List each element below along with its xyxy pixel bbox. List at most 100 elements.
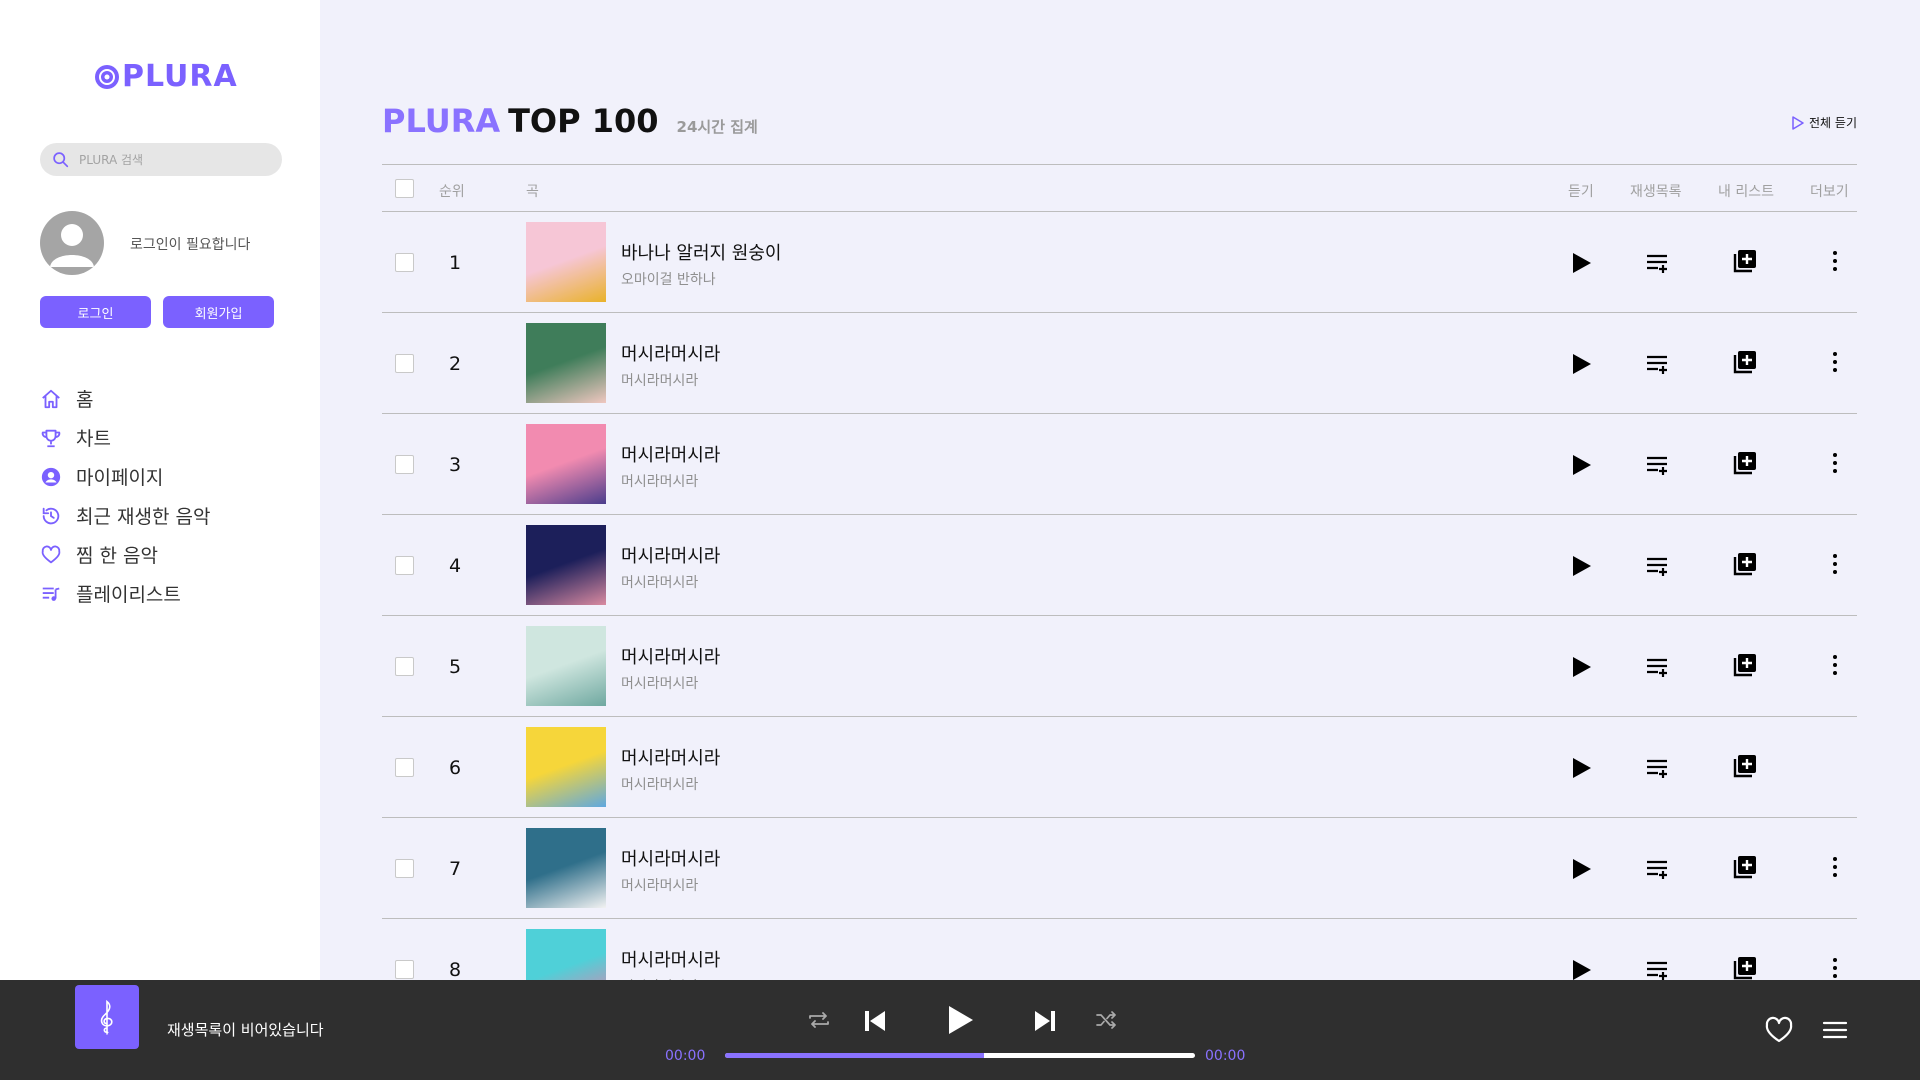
library-add-icon [1733, 755, 1756, 778]
album-cover[interactable] [526, 828, 606, 908]
add-to-mylist-button[interactable] [1731, 752, 1759, 780]
add-to-mylist-button[interactable] [1731, 348, 1759, 376]
add-to-mylist-button[interactable] [1731, 449, 1759, 477]
table-row[interactable]: 3 머시라머시라 머시라머시라 [382, 414, 1857, 515]
add-to-mylist-button[interactable] [1731, 853, 1759, 881]
play-song-button[interactable] [1567, 249, 1595, 277]
row-rank: 1 [449, 252, 462, 274]
table-row[interactable]: 7 머시라머시라 머시라머시라 [382, 818, 1857, 919]
add-to-queue-button[interactable] [1643, 855, 1671, 883]
add-to-mylist-button[interactable] [1731, 651, 1759, 679]
play-song-button[interactable] [1567, 855, 1595, 883]
album-cover[interactable] [526, 222, 606, 302]
more-options-button[interactable] [1821, 954, 1849, 982]
menu-button[interactable] [1822, 1018, 1848, 1042]
nav-item-mypage[interactable]: 마이페이지 [40, 457, 210, 496]
select-all-checkbox[interactable] [395, 179, 414, 198]
search-bar[interactable] [40, 143, 282, 176]
table-row[interactable]: 4 머시라머시라 머시라머시라 [382, 515, 1857, 616]
add-to-queue-button[interactable] [1643, 249, 1671, 277]
row-checkbox[interactable] [395, 556, 414, 575]
nav-item-playlist[interactable]: 플레이리스트 [40, 574, 210, 613]
like-button[interactable] [1764, 1016, 1794, 1044]
song-artist[interactable]: 머시라머시라 [621, 471, 698, 491]
song-artist[interactable]: 머시라머시라 [621, 875, 698, 895]
row-checkbox[interactable] [395, 253, 414, 272]
play-song-button[interactable] [1567, 451, 1595, 479]
song-title[interactable]: 머시라머시라 [621, 744, 720, 770]
shuffle-icon [1096, 1011, 1116, 1029]
add-to-queue-button[interactable] [1643, 451, 1671, 479]
add-to-queue-button[interactable] [1643, 653, 1671, 681]
song-artist[interactable]: 머시라머시라 [621, 370, 698, 390]
previous-button[interactable] [862, 1008, 888, 1034]
more-vertical-icon [1833, 554, 1837, 574]
chart-main: PLURA TOP 100 24시간 집계 전체 듣기 순위 곡 듣기 재생목록 … [382, 0, 1857, 1020]
nav-item-liked[interactable]: 찜 한 음악 [40, 535, 210, 574]
avatar[interactable] [40, 211, 104, 275]
song-title[interactable]: 머시라머시라 [621, 845, 720, 871]
song-artist[interactable]: 머시라머시라 [621, 572, 698, 592]
nav-item-home[interactable]: 홈 [40, 379, 210, 418]
nav-item-chart[interactable]: 차트 [40, 418, 210, 457]
more-options-button[interactable] [1821, 651, 1849, 679]
song-title[interactable]: 머시라머시라 [621, 643, 720, 669]
album-cover[interactable] [526, 323, 606, 403]
song-artist[interactable]: 머시라머시라 [621, 774, 698, 794]
table-row[interactable]: 6 머시라머시라 머시라머시라 [382, 717, 1857, 818]
login-button[interactable]: 로그인 [40, 296, 151, 328]
table-row[interactable]: 2 머시라머시라 머시라머시라 [382, 313, 1857, 414]
signup-button[interactable]: 회원가입 [163, 296, 274, 328]
add-to-queue-button[interactable] [1643, 552, 1671, 580]
song-artist[interactable]: 머시라머시라 [621, 673, 698, 693]
song-title[interactable]: 머시라머시라 [621, 946, 720, 972]
song-title[interactable]: 머시라머시라 [621, 340, 720, 366]
play-song-button[interactable] [1567, 653, 1595, 681]
play-all-button[interactable]: 전체 듣기 [1791, 114, 1857, 131]
add-to-queue-button[interactable] [1643, 754, 1671, 782]
logo-text: PLURA [122, 59, 238, 94]
table-row[interactable]: 5 머시라머시라 머시라머시라 [382, 616, 1857, 717]
row-checkbox[interactable] [395, 354, 414, 373]
repeat-button[interactable] [806, 1008, 832, 1032]
app-logo[interactable]: PLURA [94, 62, 238, 92]
playlist-add-icon [1647, 860, 1667, 879]
progress-bar[interactable] [725, 1053, 1195, 1058]
add-to-mylist-button[interactable] [1731, 550, 1759, 578]
add-to-mylist-button[interactable] [1731, 247, 1759, 275]
play-icon [1573, 455, 1591, 475]
more-options-button[interactable] [1821, 348, 1849, 376]
play-button[interactable] [944, 1004, 976, 1036]
row-checkbox[interactable] [395, 657, 414, 676]
playlist-add-icon [1647, 961, 1667, 980]
song-title[interactable]: 머시라머시라 [621, 441, 720, 467]
song-title[interactable]: 머시라머시라 [621, 542, 720, 568]
song-title[interactable]: 바나나 알러지 원숭이 [621, 239, 781, 265]
table-row[interactable]: 1 바나나 알러지 원숭이오마이걸 반하나 [382, 212, 1857, 313]
search-input[interactable] [79, 152, 269, 167]
row-rank: 7 [449, 858, 462, 880]
album-cover[interactable] [526, 727, 606, 807]
add-to-mylist-button[interactable] [1731, 954, 1759, 982]
more-options-button[interactable] [1821, 247, 1849, 275]
row-checkbox[interactable] [395, 758, 414, 777]
play-song-button[interactable] [1567, 350, 1595, 378]
add-to-queue-button[interactable] [1643, 350, 1671, 378]
play-song-button[interactable] [1567, 754, 1595, 782]
player-cover[interactable] [75, 985, 139, 1049]
nav-item-recent[interactable]: 최근 재생한 음악 [40, 496, 210, 535]
album-cover[interactable] [526, 525, 606, 605]
more-options-button[interactable] [1821, 449, 1849, 477]
next-button[interactable] [1032, 1008, 1058, 1034]
album-cover[interactable] [526, 424, 606, 504]
play-icon [1573, 859, 1591, 879]
row-checkbox[interactable] [395, 455, 414, 474]
song-artist[interactable]: 오마이걸 반하나 [621, 269, 716, 289]
row-checkbox[interactable] [395, 960, 414, 979]
album-cover[interactable] [526, 626, 606, 706]
shuffle-button[interactable] [1094, 1008, 1118, 1032]
more-options-button[interactable] [1821, 550, 1849, 578]
more-options-button[interactable] [1821, 853, 1849, 881]
row-checkbox[interactable] [395, 859, 414, 878]
play-song-button[interactable] [1567, 552, 1595, 580]
